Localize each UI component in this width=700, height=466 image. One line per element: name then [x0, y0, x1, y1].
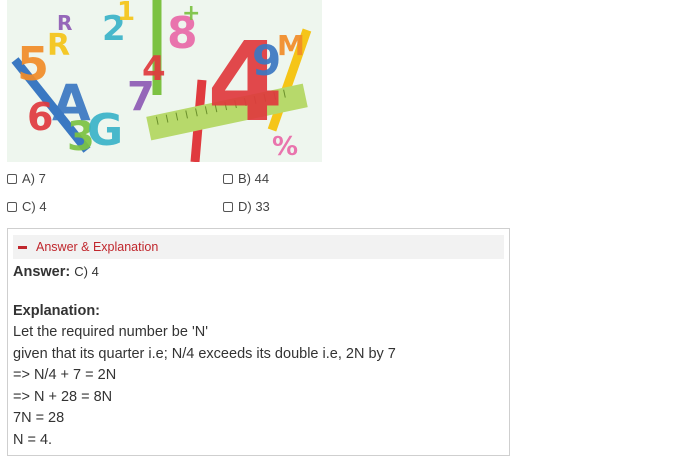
illustration-glyph: 1	[117, 0, 135, 27]
option-c-label: C) 4	[22, 199, 47, 214]
math-illustration: 4 5 2 8 7 R 3 9 6 M G% R 1 + A 4	[7, 0, 322, 162]
option-d[interactable]: D) 33	[223, 199, 270, 214]
illustration-glyph: A	[52, 74, 91, 132]
explanation-line: given that its quarter i.e; N/4 exceeds …	[13, 345, 396, 362]
minus-icon[interactable]	[18, 245, 27, 249]
illustration-glyph: M	[277, 29, 305, 62]
answer-label: Answer:	[13, 264, 71, 280]
option-b-checkbox[interactable]	[223, 173, 233, 184]
illustration-svg: 452 87R396MG %R 1 +A4	[7, 0, 322, 162]
option-c[interactable]: C) 4	[7, 199, 47, 214]
answer-explanation-title[interactable]: Answer & Explanation	[36, 240, 158, 254]
option-b[interactable]: B) 44	[223, 171, 269, 186]
illustration-glyph: %	[272, 132, 298, 162]
explanation-line: Let the required number be 'N'	[13, 324, 208, 340]
illustration-glyph: R	[57, 11, 72, 35]
option-a-checkbox[interactable]	[7, 173, 17, 184]
answer-explanation-toggle[interactable]: Answer & Explanation	[13, 235, 504, 259]
illustration-glyph: 5	[17, 37, 49, 91]
answer-line: Answer: C) 4	[13, 261, 504, 284]
explanation-line: 7N = 28	[13, 410, 65, 426]
option-c-checkbox[interactable]	[7, 201, 17, 212]
option-a-label: A) 7	[22, 171, 46, 186]
answer-explanation-body: Answer: C) 4 Explanation: Let the requir…	[8, 259, 509, 451]
option-a[interactable]: A) 7	[7, 171, 46, 186]
question-page: 4 5 2 8 7 R 3 9 6 M G% R 1 + A 4 A) 7 B) 44 C) 4 D) 33 …	[0, 0, 700, 466]
explanation-line: => N/4 + 7 = 2N	[13, 367, 117, 383]
answer-value: C) 4	[74, 264, 99, 279]
explanation-line: => N + 28 = 8N	[13, 388, 113, 405]
illustration-glyph: 6	[27, 95, 53, 139]
option-d-checkbox[interactable]	[223, 201, 233, 212]
explanation-label: Explanation:	[13, 302, 101, 319]
option-b-label: B) 44	[238, 171, 270, 186]
explanation-line: N = 4.	[13, 431, 53, 448]
option-d-label: D) 33	[238, 199, 270, 214]
answer-explanation-panel: Answer & Explanation Answer: C) 4 Explan…	[7, 228, 510, 456]
illustration-glyph: 4	[142, 49, 166, 89]
illustration-glyph: G	[87, 105, 123, 156]
illustration-glyph: +	[182, 1, 200, 26]
